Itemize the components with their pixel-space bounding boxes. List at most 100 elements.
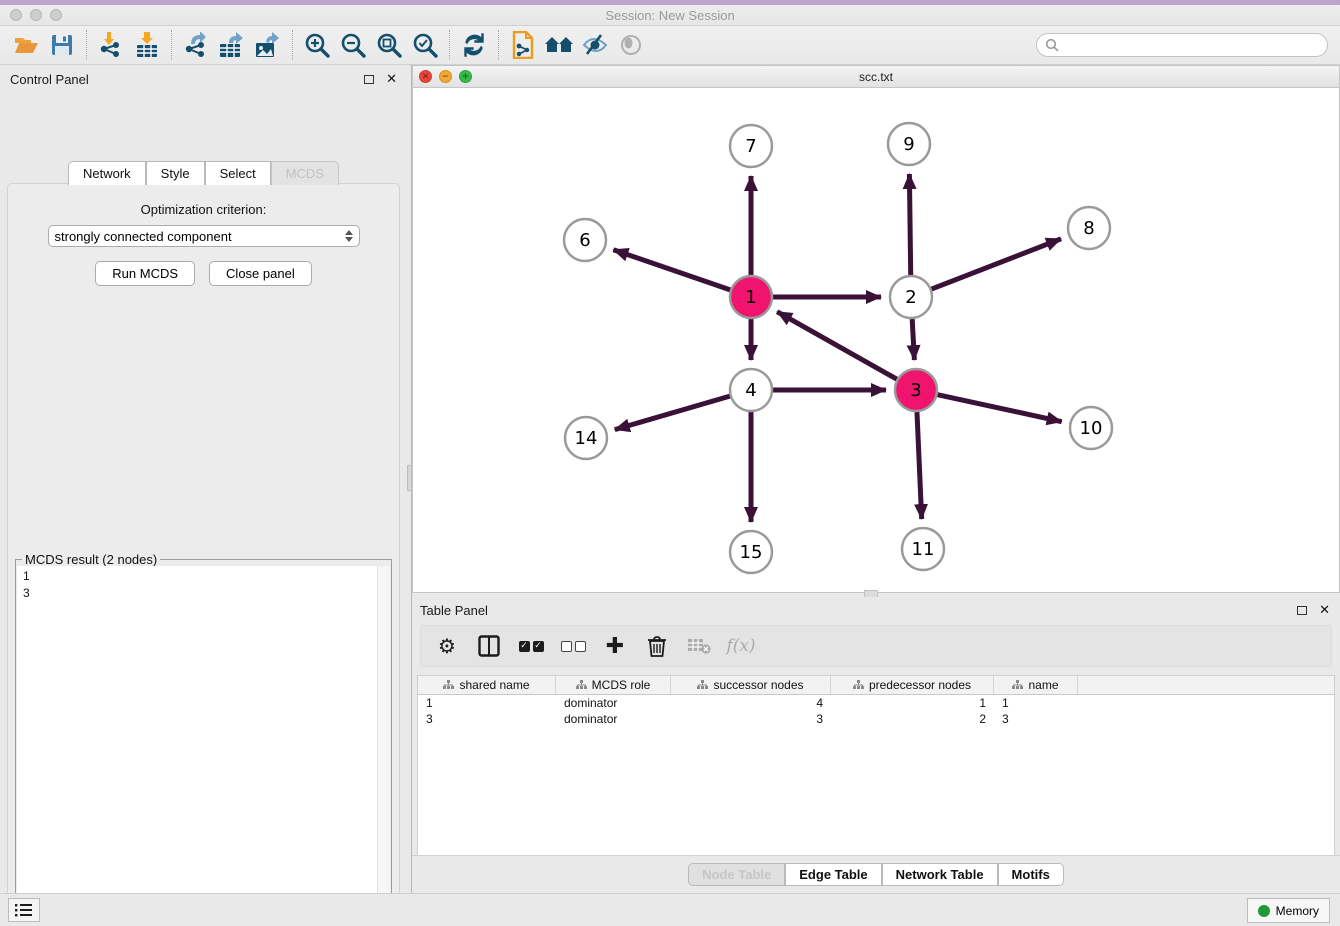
toolbar-separator [86,30,87,60]
table-header-row: shared nameMCDS rolesuccessor nodesprede… [418,676,1334,695]
edge-1-6[interactable] [613,250,730,290]
edge-3-10[interactable] [937,395,1061,422]
optimization-criterion-select[interactable]: strongly connected component [48,225,360,247]
edge-3-1[interactable] [777,312,897,379]
add-column-icon[interactable]: ✚ [601,632,629,660]
search-input[interactable] [1059,38,1319,52]
network-canvas[interactable]: 7968124314101511 [413,88,1339,592]
table-cell: 1 [831,695,994,711]
table-close-icon[interactable]: ✕ [1319,603,1330,618]
column-header-predecessor-nodes[interactable]: predecessor nodes [831,676,994,694]
node-label-1: 1 [745,287,756,308]
save-session-icon[interactable] [44,29,80,61]
close-panel-icon[interactable]: ✕ [386,72,397,87]
node-table: shared nameMCDS rolesuccessor nodesprede… [417,675,1335,855]
network-window-titlebar[interactable]: ✕ − + scc.txt [413,66,1339,88]
table-settings-gear-icon[interactable]: ⚙ [433,632,461,660]
edge-2-8[interactable] [932,239,1062,289]
memory-button[interactable]: Memory [1247,898,1330,923]
node-label-8: 8 [1083,218,1094,239]
result-scrollbar[interactable] [377,566,390,926]
mcds-result-list[interactable]: 1 3 [17,566,390,926]
tab-style[interactable]: Style [146,161,205,185]
run-mcds-button[interactable]: Run MCDS [95,261,195,286]
show-selected-eye-icon[interactable] [613,29,649,61]
column-header-MCDS-role[interactable]: MCDS role [556,676,671,694]
session-title: Session: New Session [0,8,1340,23]
table-cell: 1 [994,695,1078,711]
status-bar: Memory [0,893,1340,926]
node-label-11: 11 [912,539,935,560]
application-window: Session: New Session [0,0,1340,926]
tab-node-table[interactable]: Node Table [688,863,785,886]
node-label-7: 7 [745,136,756,157]
table-row[interactable]: 1dominator411 [418,695,1334,711]
function-builder-icon: f(x) [727,632,755,660]
column-visibility-icon[interactable] [475,632,503,660]
memory-status-icon [1258,905,1270,917]
task-history-button[interactable] [8,898,40,922]
close-panel-button[interactable]: Close panel [209,261,312,286]
network-graph[interactable]: 7968124314101511 [413,88,1339,592]
zoom-out-icon[interactable] [335,29,371,61]
toolbar-separator [498,30,499,60]
export-network-icon[interactable] [178,29,214,61]
table-cell: 2 [831,711,994,727]
node-label-10: 10 [1080,418,1103,439]
show-all-homes-icon[interactable] [541,29,577,61]
edge-2-9[interactable] [909,174,910,275]
tab-mcds[interactable]: MCDS [271,161,339,185]
export-image-icon[interactable] [250,29,286,61]
mcds-result-group: MCDS result (2 nodes) 1 3 [15,559,392,926]
table-cell: 3 [671,711,831,727]
export-table-icon[interactable] [214,29,250,61]
edge-4-14[interactable] [615,396,730,429]
select-stepper-icon [345,230,353,242]
zoom-fit-icon[interactable] [371,29,407,61]
delete-table-icon [685,632,713,660]
node-label-4: 4 [745,380,756,401]
column-header-successor-nodes[interactable]: successor nodes [671,676,831,694]
node-label-3: 3 [910,380,921,401]
list-icon [15,903,33,917]
search-box[interactable] [1036,33,1328,57]
titlebar-accent [0,0,1340,5]
tab-network[interactable]: Network [68,161,146,185]
title-bar: Session: New Session [0,0,1340,26]
toolbar-separator [171,30,172,60]
tab-motifs[interactable]: Motifs [998,863,1064,886]
table-tab-strip: Node Table Edge Table Network Table Moti… [412,855,1340,893]
hide-selected-eye-icon[interactable] [577,29,613,61]
table-toolbar: ⚙ ✓✓ ✚ f(x) [420,625,1332,667]
edge-2-3[interactable] [912,319,914,360]
import-network-icon[interactable] [93,29,129,61]
tab-network-table[interactable]: Network Table [882,863,998,886]
apply-layout-icon[interactable] [456,29,492,61]
tab-edge-table[interactable]: Edge Table [785,863,881,886]
table-cell: 3 [418,711,556,727]
open-session-icon[interactable] [8,29,44,61]
column-header-name[interactable]: name [994,676,1078,694]
node-label-6: 6 [579,230,590,251]
zoom-selected-icon[interactable] [407,29,443,61]
import-table-icon[interactable] [129,29,165,61]
tab-select[interactable]: Select [205,161,271,185]
table-float-icon[interactable] [1297,606,1307,615]
edge-3-11[interactable] [917,412,922,519]
mcds-panel: Optimization criterion: strongly connect… [7,183,400,926]
deselect-all-icon[interactable] [559,632,587,660]
column-header-shared-name[interactable]: shared name [418,676,556,694]
float-panel-icon[interactable] [364,75,374,84]
new-network-icon[interactable] [505,29,541,61]
toolbar-separator [449,30,450,60]
search-icon [1045,38,1059,52]
delete-column-trash-icon[interactable] [643,632,671,660]
control-panel-title: Control Panel [10,72,364,87]
network-view-window: ✕ − + scc.txt 7968124314101511 [412,65,1340,593]
zoom-in-icon[interactable] [299,29,335,61]
select-all-icon[interactable]: ✓✓ [517,632,545,660]
control-panel-tabs: Network Style Select MCDS [0,161,407,185]
table-panel: Table Panel ✕ ⚙ ✓✓ ✚ f(x) sha [412,597,1340,893]
table-row[interactable]: 3dominator323 [418,711,1334,727]
control-panel: Control Panel ✕ Network Style Select MCD… [0,65,407,893]
